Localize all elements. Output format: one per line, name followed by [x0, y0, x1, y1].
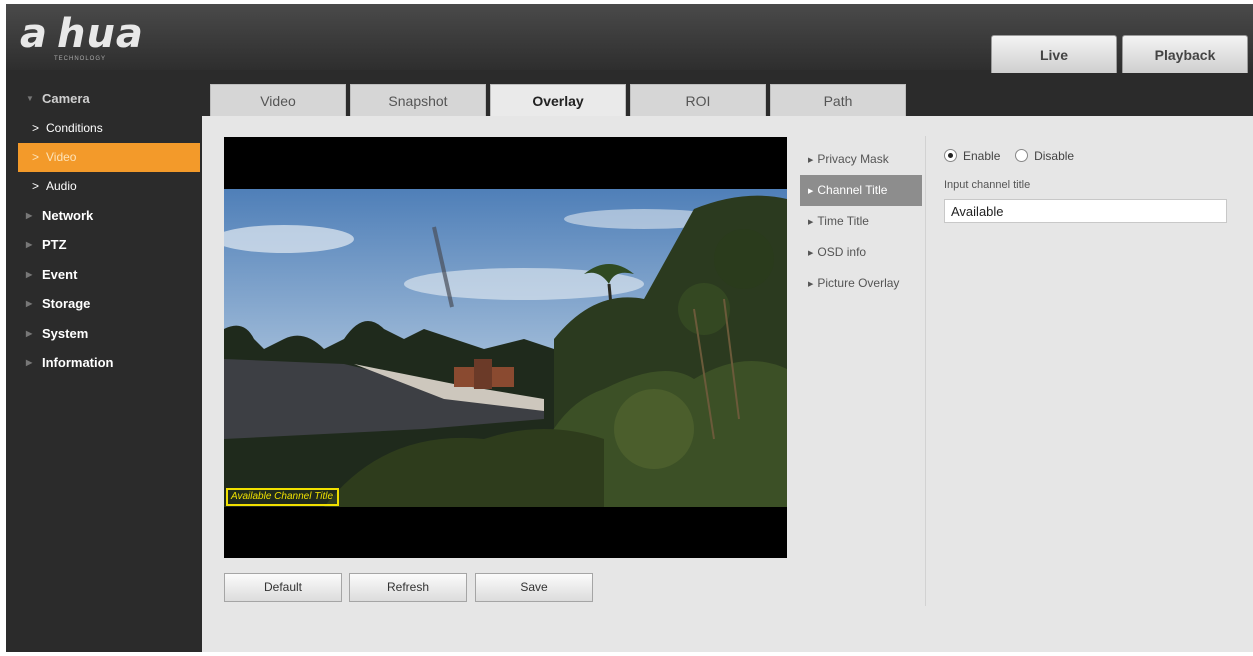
sidebar-item-label: System [42, 325, 89, 341]
sidebar-item-label: Camera [42, 91, 90, 106]
sidebar-item-label: Network [42, 207, 94, 223]
arrow-right-icon: ▶ [808, 157, 814, 164]
sidebar-item-information[interactable]: ▶ Information [6, 348, 202, 378]
triangle-right-icon: ▶ [26, 269, 33, 279]
subtab-snapshot[interactable]: Snapshot [350, 84, 486, 118]
sidebar-item-video[interactable]: > Video [18, 142, 200, 172]
chevron-right-icon: > [32, 120, 40, 135]
camera-image [224, 189, 787, 507]
disable-radio[interactable] [1015, 149, 1029, 162]
sidebar-item-network[interactable]: ▶ Network [6, 201, 202, 231]
triangle-right-icon: ▶ [26, 210, 33, 220]
channel-title-options: Enable Disable Input channel title [944, 146, 1234, 223]
channel-title-input[interactable] [944, 199, 1227, 223]
sidebar-item-camera[interactable]: ▼ Camera [6, 84, 202, 114]
triangle-right-icon: ▶ [26, 299, 33, 308]
sidebar-item-label: Conditions [46, 120, 103, 135]
tab-live[interactable]: Live [991, 35, 1117, 73]
sidebar-item-ptz[interactable]: ▶ PTZ [6, 230, 202, 260]
sidebar-item-label: Storage [42, 296, 91, 311]
arrow-right-icon: ▶ [808, 281, 814, 288]
chevron-right-icon: > [32, 149, 40, 164]
triangle-right-icon: ▶ [26, 240, 33, 249]
menu-item-time-title[interactable]: ▶ Time Title [800, 206, 922, 237]
dahua-logo: a hua [20, 11, 144, 57]
menu-item-privacy-mask[interactable]: ▶ Privacy Mask [800, 144, 922, 175]
tab-playback[interactable]: Playback [1122, 35, 1248, 73]
channel-title-overlay-box[interactable]: Available Channel Title [226, 488, 339, 506]
sidebar-item-conditions[interactable]: > Conditions [6, 114, 202, 143]
subtab-path[interactable]: Path [770, 84, 906, 118]
menu-item-channel-title[interactable]: ▶ Channel Title [800, 175, 922, 206]
sidebar-item-label: Video [46, 149, 77, 164]
sidebar: ▼ Camera > Conditions > Video > Audio ▶ … [6, 84, 202, 378]
video-preview: Available Channel Title [224, 137, 787, 558]
subtab-overlay[interactable]: Overlay [490, 84, 626, 118]
disable-label: Disable [1034, 149, 1075, 163]
default-button[interactable]: Default [224, 573, 342, 602]
sidebar-item-system[interactable]: ▶ System [6, 319, 202, 349]
sidebar-item-storage[interactable]: ▶ Storage [6, 289, 202, 319]
app-frame: a hua TECHNOLOGY Live Playback ▼ Camera … [6, 4, 1253, 652]
menu-item-picture-overlay[interactable]: ▶ Picture Overlay [800, 268, 922, 299]
menu-item-label: Channel Title [817, 183, 888, 197]
sidebar-item-label: Audio [46, 178, 77, 193]
subtab-roi[interactable]: ROI [630, 84, 766, 118]
menu-item-label: OSD info [817, 245, 867, 259]
refresh-button[interactable]: Refresh [349, 573, 467, 602]
main-content: Available Channel Title Default Refresh … [202, 116, 1253, 652]
chevron-right-icon: > [32, 178, 40, 193]
divider [925, 136, 926, 606]
menu-item-osd-info[interactable]: ▶ OSD info [800, 237, 922, 268]
enable-radio[interactable] [944, 149, 957, 162]
input-channel-title-label: Input channel title [944, 179, 1031, 191]
menu-item-label: Time Title [817, 214, 869, 228]
triangle-right-icon: ▶ [26, 358, 33, 367]
menu-item-label: Privacy Mask [817, 152, 889, 166]
arrow-right-icon: ▶ [808, 188, 814, 195]
arrow-right-icon: ▶ [808, 219, 814, 226]
arrow-right-icon: ▶ [808, 250, 814, 257]
enable-label: Enable [963, 149, 1001, 163]
overlay-menu: ▶ Privacy Mask ▶ Channel Title ▶ Time Title… [800, 144, 922, 299]
triangle-down-icon: ▼ [26, 94, 34, 103]
logo-subtitle: TECHNOLOGY [54, 56, 107, 62]
sidebar-item-event[interactable]: ▶ Event [6, 260, 202, 290]
sidebar-item-label: Event [42, 266, 78, 282]
enable-radio-group: Enable Disable [944, 146, 1234, 166]
subtab-video[interactable]: Video [210, 84, 346, 118]
sidebar-item-label: PTZ [42, 237, 67, 252]
sidebar-item-label: Information [42, 355, 114, 370]
subtab-bar: Video Snapshot Overlay ROI Path [202, 84, 1253, 118]
save-button[interactable]: Save [475, 573, 593, 602]
header-bar: a hua TECHNOLOGY Live Playback [6, 4, 1253, 73]
menu-item-label: Picture Overlay [817, 276, 900, 290]
triangle-right-icon: ▶ [26, 328, 33, 338]
sidebar-item-audio[interactable]: > Audio [6, 172, 202, 201]
